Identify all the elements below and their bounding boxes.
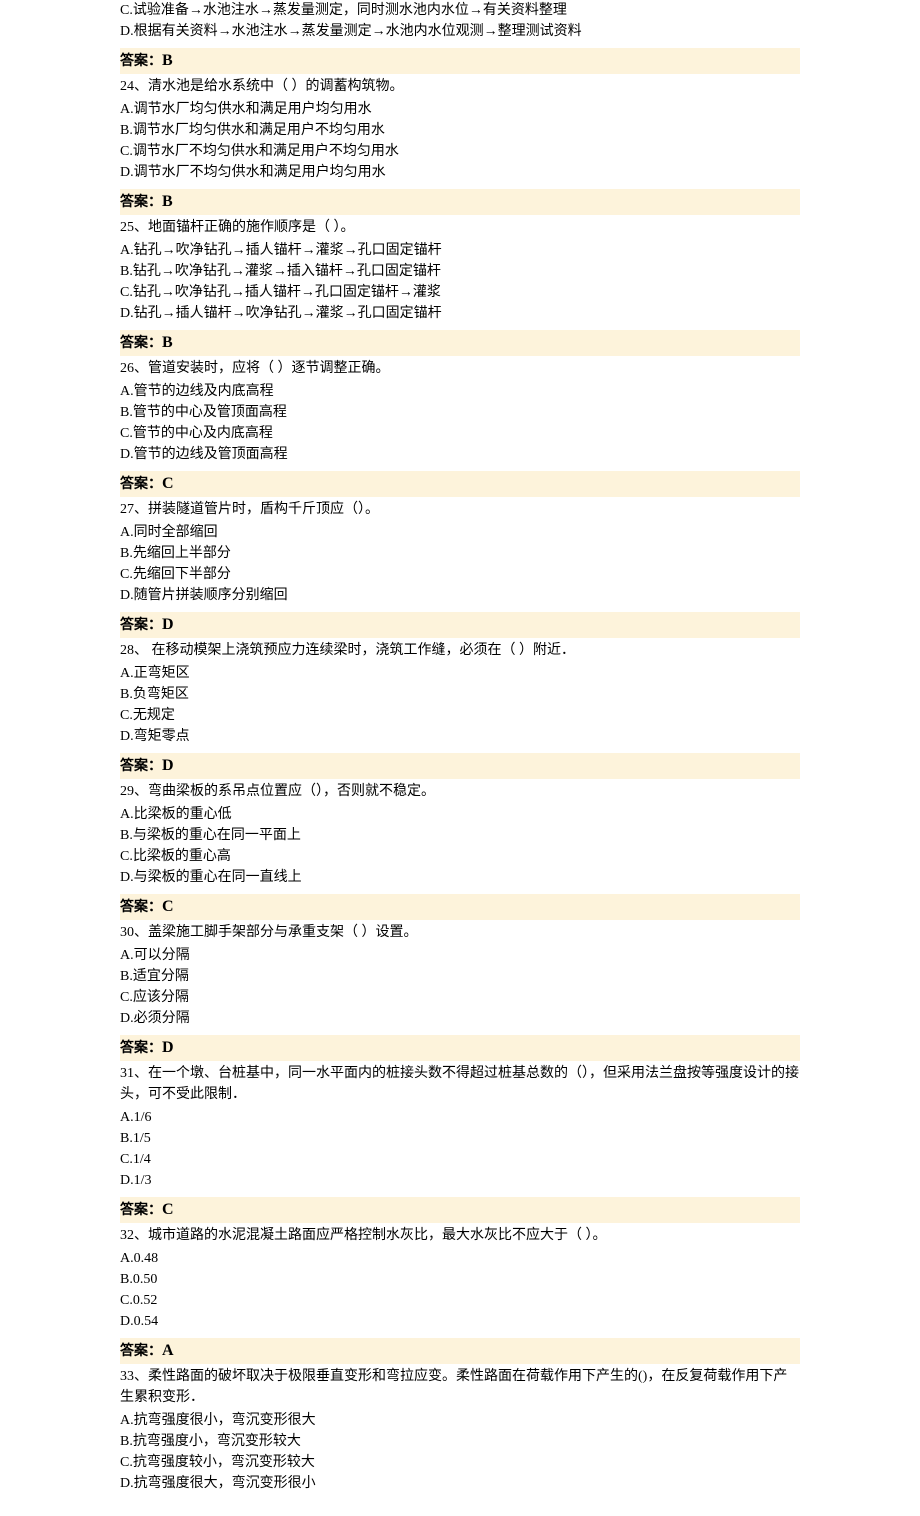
option: B.适宜分隔 [120, 966, 800, 987]
pre-options-block: C.试验准备→水池注水→蒸发量测定，同时测水池内水位→有关资料整理 D.根据有关… [120, 0, 800, 42]
option: D.管节的边线及管顶面高程 [120, 444, 800, 465]
option: C.无规定 [120, 705, 800, 726]
option: C.比梁板的重心高 [120, 846, 800, 867]
answer-label: 答案： [120, 336, 162, 351]
option: D.0.54 [120, 1311, 800, 1332]
question-text: 30、盖梁施工脚手架部分与承重支架（ ）设置。 [120, 922, 800, 943]
answer-bar: 答案：D [120, 612, 800, 638]
option: B.钻孔→吹净钻孔→灌浆→插入锚杆→孔口固定锚杆 [120, 261, 800, 282]
option: D.钻孔→插人锚杆→吹净钻孔→灌浆→孔口固定锚杆 [120, 303, 800, 324]
option: D.1/3 [120, 1170, 800, 1191]
answer-letter: D [162, 1039, 174, 1056]
answer-letter: D [162, 616, 174, 633]
answer-letter: C [162, 1201, 174, 1218]
option: A.钻孔→吹净钻孔→插人锚杆→灌浆→孔口固定锚杆 [120, 240, 800, 261]
answer-label: 答案： [120, 54, 162, 69]
question-text: 31、在一个墩、台桩基中，同一水平面内的桩接头数不得超过桩基总数的（），但采用法… [120, 1063, 800, 1105]
answer-label: 答案： [120, 1041, 162, 1056]
answer-bar: 答案：C [120, 471, 800, 497]
option: A.同时全部缩回 [120, 522, 800, 543]
question-text: 33、柔性路面的破坏取决于极限垂直变形和弯拉应变。柔性路面在荷载作用下产生的()… [120, 1366, 800, 1408]
option: A.1/6 [120, 1107, 800, 1128]
option: B.调节水厂均匀供水和满足用户不均匀用水 [120, 120, 800, 141]
question-block: 29、弯曲梁板的系吊点位置应（），否则就不稳定。A.比梁板的重心低B.与梁板的重… [120, 781, 800, 888]
answer-letter: A [162, 1342, 174, 1359]
answer-label: 答案： [120, 759, 162, 774]
option: B.1/5 [120, 1128, 800, 1149]
answer-label: 答案： [120, 900, 162, 915]
option: D.调节水厂不均匀供水和满足用户均匀用水 [120, 162, 800, 183]
question-block: 24、清水池是给水系统中（ ）的调蓄构筑物。A.调节水厂均匀供水和满足用户均匀用… [120, 76, 800, 183]
question-text: 29、弯曲梁板的系吊点位置应（），否则就不稳定。 [120, 781, 800, 802]
answer-bar: 答案：C [120, 1197, 800, 1223]
option: D.随管片拼装顺序分别缩回 [120, 585, 800, 606]
option: D.必须分隔 [120, 1008, 800, 1029]
answer-letter: D [162, 757, 174, 774]
answer-bar: 答案：B [120, 330, 800, 356]
answer-label: 答案： [120, 618, 162, 633]
option: B.管节的中心及管顶面高程 [120, 402, 800, 423]
option: B.0.50 [120, 1269, 800, 1290]
option: B.负弯矩区 [120, 684, 800, 705]
question-text: 28、 在移动模架上浇筑预应力连续梁时，浇筑工作缝，必须在（ ）附近． [120, 640, 800, 661]
option: A.0.48 [120, 1248, 800, 1269]
answer-bar: 答案：B [120, 48, 800, 74]
option: A.比梁板的重心低 [120, 804, 800, 825]
answer-label: 答案： [120, 477, 162, 492]
answer-bar: 答案：B [120, 189, 800, 215]
option: C.钻孔→吹净钻孔→插人锚杆→孔口固定锚杆→灌浆 [120, 282, 800, 303]
question-block: 33、柔性路面的破坏取决于极限垂直变形和弯拉应变。柔性路面在荷载作用下产生的()… [120, 1366, 800, 1494]
option: D.与梁板的重心在同一直线上 [120, 867, 800, 888]
exam-content: C.试验准备→水池注水→蒸发量测定，同时测水池内水位→有关资料整理 D.根据有关… [0, 0, 920, 1516]
option: A.抗弯强度很小，弯沉变形很大 [120, 1410, 800, 1431]
question-block: 28、 在移动模架上浇筑预应力连续梁时，浇筑工作缝，必须在（ ）附近．A.正弯矩… [120, 640, 800, 747]
option: C.1/4 [120, 1149, 800, 1170]
answer-label: 答案： [120, 1203, 162, 1218]
option: C.应该分隔 [120, 987, 800, 1008]
question-block: 32、城市道路的水泥混凝土路面应严格控制水灰比，最大水灰比不应大于（ ）。A.0… [120, 1225, 800, 1332]
option: A.正弯矩区 [120, 663, 800, 684]
answer-letter: B [162, 193, 173, 210]
answer-letter: B [162, 52, 173, 69]
option: A.可以分隔 [120, 945, 800, 966]
answer-letter: C [162, 898, 174, 915]
answer-bar: 答案：D [120, 1035, 800, 1061]
answer-label: 答案： [120, 1344, 162, 1359]
option: D.抗弯强度很大，弯沉变形很小 [120, 1473, 800, 1494]
option-d: D.根据有关资料→水池注水→蒸发量测定→水池内水位观测→整理测试资料 [120, 21, 800, 42]
option: B.与梁板的重心在同一平面上 [120, 825, 800, 846]
question-block: 25、地面锚杆正确的施作顺序是（ ）。A.钻孔→吹净钻孔→插人锚杆→灌浆→孔口固… [120, 217, 800, 324]
option: C.调节水厂不均匀供水和满足用户不均匀用水 [120, 141, 800, 162]
option-c: C.试验准备→水池注水→蒸发量测定，同时测水池内水位→有关资料整理 [120, 0, 800, 21]
question-block: 30、盖梁施工脚手架部分与承重支架（ ）设置。A.可以分隔B.适宜分隔C.应该分… [120, 922, 800, 1029]
question-block: 26、管道安装时，应将（ ）逐节调整正确。A.管节的边线及内底高程B.管节的中心… [120, 358, 800, 465]
answer-bar: 答案：D [120, 753, 800, 779]
answer-letter: C [162, 475, 174, 492]
option: C.管节的中心及内底高程 [120, 423, 800, 444]
answer-bar: 答案：C [120, 894, 800, 920]
option: C.抗弯强度较小，弯沉变形较大 [120, 1452, 800, 1473]
option: A.管节的边线及内底高程 [120, 381, 800, 402]
option: C.0.52 [120, 1290, 800, 1311]
answer-letter: B [162, 334, 173, 351]
option: D.弯矩零点 [120, 726, 800, 747]
question-block: 27、拼装隧道管片时，盾构千斤顶应（）。A.同时全部缩回B.先缩回上半部分C.先… [120, 499, 800, 606]
question-text: 32、城市道路的水泥混凝土路面应严格控制水灰比，最大水灰比不应大于（ ）。 [120, 1225, 800, 1246]
question-text: 24、清水池是给水系统中（ ）的调蓄构筑物。 [120, 76, 800, 97]
option: B.抗弯强度小，弯沉变形较大 [120, 1431, 800, 1452]
option: B.先缩回上半部分 [120, 543, 800, 564]
option: C.先缩回下半部分 [120, 564, 800, 585]
question-block: 31、在一个墩、台桩基中，同一水平面内的桩接头数不得超过桩基总数的（），但采用法… [120, 1063, 800, 1191]
question-text: 25、地面锚杆正确的施作顺序是（ ）。 [120, 217, 800, 238]
answer-bar: 答案：A [120, 1338, 800, 1364]
question-text: 27、拼装隧道管片时，盾构千斤顶应（）。 [120, 499, 800, 520]
question-text: 26、管道安装时，应将（ ）逐节调整正确。 [120, 358, 800, 379]
option: A.调节水厂均匀供水和满足用户均匀用水 [120, 99, 800, 120]
answer-label: 答案： [120, 195, 162, 210]
